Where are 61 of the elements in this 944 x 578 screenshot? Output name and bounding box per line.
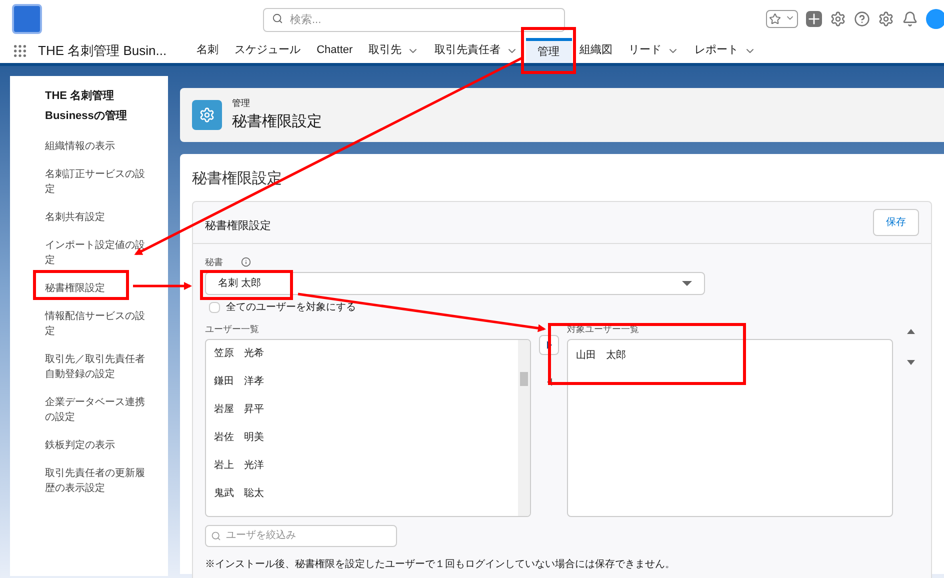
add-icon[interactable] [806, 11, 822, 27]
search-field[interactable]: 検索... [263, 8, 565, 32]
page-title: 秘書権限設定 [232, 112, 322, 132]
sidebar-link[interactable]: 鉄板判定の表示 [45, 438, 148, 453]
sidebar-link[interactable]: 組織情報の表示 [45, 139, 148, 154]
user-option[interactable]: 岩佐 明美 [214, 430, 510, 446]
secretary-select[interactable]: 名刺 太郎 [205, 272, 705, 295]
sidebar-link[interactable]: 情報配信サービスの設定 [45, 309, 148, 339]
section-title: 秘書権限設定 [205, 218, 271, 234]
annotation-arrow [133, 282, 192, 290]
info-icon[interactable] [241, 257, 251, 268]
sidebar-link[interactable]: インポート設定値の設定 [45, 238, 148, 268]
nav-tab[interactable]: 取引先 [360, 38, 427, 63]
target-listbox[interactable]: 山田 太郎 [567, 338, 893, 516]
nav-tab[interactable]: Chatter [308, 38, 361, 63]
user-option[interactable]: 鬼武 聡太 [214, 486, 510, 502]
app-logo-icon [12, 4, 42, 34]
list-label: ユーザー一覧 [205, 323, 260, 336]
dropdown-icon [682, 281, 692, 286]
app-launcher-icon[interactable] [12, 42, 28, 58]
sidebar-title: THE 名刺管理 Businessの管理 [45, 88, 128, 124]
sidebar-link[interactable]: 秘書権限設定 [45, 281, 148, 296]
save-button[interactable]: 保存 [873, 208, 919, 236]
sidebar-link[interactable]: 取引先責任者の更新履歴の表示設定 [45, 466, 148, 496]
nav-tab[interactable]: レポート [686, 38, 764, 63]
nav-tab[interactable]: スケジュール [226, 38, 309, 63]
nav-tab[interactable]: 管理 [526, 38, 572, 63]
search-icon [272, 13, 283, 24]
favorites-button[interactable] [766, 10, 798, 28]
nav-tab[interactable]: 取引先責任者 [426, 38, 526, 63]
note-text: ※インストール後、秘書権限を設定したユーザーで１回もログインしていない場合には保存できません。 [205, 558, 676, 572]
highlight-box [521, 27, 576, 74]
move-down-icon[interactable] [907, 360, 915, 365]
user-option[interactable]: 岩屋 昇平 [214, 402, 510, 418]
user-option[interactable]: 山田 太郎 [576, 348, 884, 362]
sidebar-link[interactable]: 取引先／取引先責任者自動登録の設定 [45, 352, 148, 382]
user-option[interactable]: 鎌田 洋孝 [214, 374, 510, 390]
checkbox[interactable] [209, 302, 220, 313]
nav-tab[interactable]: 名刺 [188, 38, 227, 63]
app-name: THE 名刺管理 Busin... [38, 42, 167, 60]
sidebar-link[interactable]: 名刺共有設定 [45, 210, 148, 225]
sidebar-link[interactable]: 名刺訂正サービスの設定 [45, 167, 148, 197]
help-icon[interactable] [854, 11, 870, 27]
field-label: 秘書 [205, 256, 223, 268]
nav-tab[interactable]: リード [620, 38, 687, 63]
user-listbox[interactable]: 笠原 光希 鎌田 洋孝 岩屋 昇平 岩佐 明美 岩上 光洋 鬼武 聡太 [205, 338, 531, 516]
checkbox-label: 全てのユーザーを対象にする [226, 300, 356, 315]
avatar-icon[interactable] [926, 9, 944, 29]
notification-icon[interactable] [902, 11, 918, 27]
user-option[interactable]: 笠原 光希 [214, 346, 510, 362]
scrollbar[interactable] [518, 340, 530, 516]
search-icon [211, 530, 221, 540]
settings-icon[interactable] [878, 11, 894, 27]
settings-icon [192, 100, 222, 130]
sidebar-link[interactable]: 企業データベース連携の設定 [45, 395, 148, 425]
move-up-icon[interactable] [907, 329, 915, 334]
star-icon [769, 13, 781, 25]
filter-field[interactable]: ユーザを絞込み [205, 524, 397, 546]
breadcrumb: 管理 [232, 97, 251, 110]
nav-tab[interactable]: 組織図 [572, 38, 621, 63]
user-option[interactable]: 岩上 光洋 [214, 458, 510, 474]
